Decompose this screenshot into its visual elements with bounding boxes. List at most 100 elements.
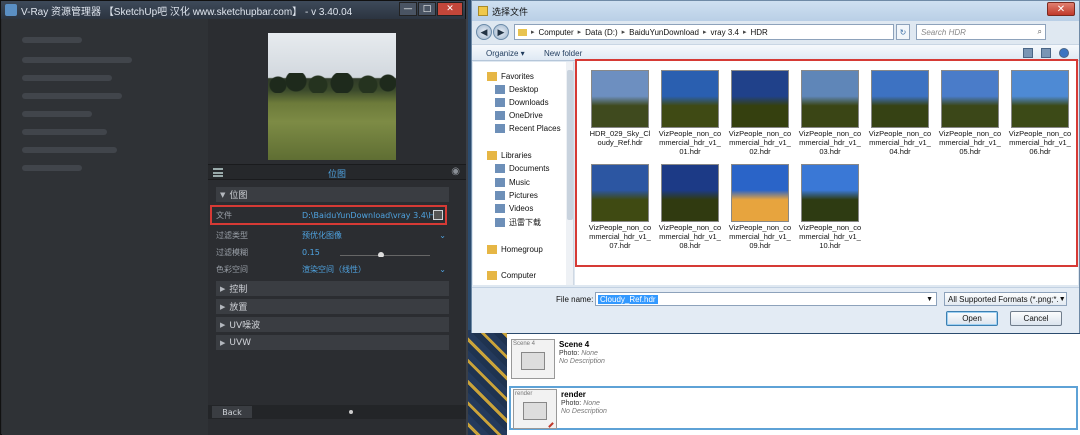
address-bar[interactable]: ▸ Computer ▸ Data (D:) ▸ BaiduYunDownloa… [514, 24, 894, 40]
file-path-value[interactable]: D:\BaiduYunDownload\vray 3.4\HD... [302, 211, 433, 220]
back-button[interactable]: Back [212, 406, 252, 418]
file-name-label: VizPeople_non_commercial_hdr_v1_06.hdr [1008, 129, 1072, 156]
nav-homegroup[interactable]: Homegroup [487, 245, 543, 254]
nav-documents[interactable]: Documents [495, 164, 549, 173]
file-thumbnail[interactable]: VizPeople_non_commercial_hdr_v1_04.hdr [865, 70, 935, 156]
clapperboard-icon [523, 402, 547, 420]
nav-xunlei[interactable]: 迅雷下载 [495, 217, 541, 228]
chevron-down-icon[interactable]: ⌄ [439, 265, 446, 274]
filter-type-label: 过滤类型 [216, 231, 248, 240]
vray-bottom-bar: Back [208, 405, 466, 419]
dialog-title-bar[interactable]: 选择文件 [472, 1, 1079, 21]
filter-blur-slider[interactable] [340, 252, 430, 257]
section-control[interactable]: ▶ 控制 [216, 281, 449, 296]
nav-videos[interactable]: Videos [495, 204, 533, 213]
eye-icon[interactable]: ◉ [451, 166, 460, 177]
filter-type-value[interactable]: 预优化图像 [302, 230, 439, 241]
nav-scrollbar[interactable] [566, 62, 574, 285]
filter-blur-value[interactable]: 0.15 [302, 248, 449, 257]
breadcrumb-separator-icon[interactable]: ▸ [703, 28, 707, 36]
hdr-image-preview [661, 164, 719, 222]
scene-item-selected[interactable]: render render Photo: None No Description [509, 386, 1078, 430]
chevron-down-icon[interactable]: ▼ [926, 296, 933, 303]
section-uvw-label: UVW [229, 337, 252, 348]
chevron-right-icon: ▶ [220, 338, 226, 347]
filter-blur-row[interactable]: 过滤模糊 0.15 [216, 245, 449, 260]
chevron-down-icon[interactable]: ▼ [1059, 296, 1066, 303]
nav-music[interactable]: Music [495, 178, 530, 187]
breadcrumb-separator-icon[interactable]: ▸ [531, 28, 535, 36]
color-space-label: 色彩空间 [216, 265, 248, 274]
chevron-down-icon[interactable]: ⌄ [439, 231, 446, 240]
scrollbar-thumb[interactable] [567, 70, 573, 220]
image-file-icon[interactable] [433, 210, 443, 220]
help-icon[interactable] [1059, 48, 1069, 58]
breadcrumb-data-drive[interactable]: Data (D:) [585, 28, 617, 37]
section-bitmap[interactable]: ▼ 位图 [216, 187, 449, 202]
nav-recent-places[interactable]: Recent Places [495, 124, 561, 133]
breadcrumb-separator-icon[interactable]: ▸ [743, 28, 747, 36]
color-space-value[interactable]: 渲染空间（线性） [302, 264, 439, 275]
file-thumbnail[interactable]: VizPeople_non_commercial_hdr_v1_06.hdr [1005, 70, 1075, 156]
maximize-button[interactable]: □ [418, 2, 436, 16]
nav-pictures[interactable]: Pictures [495, 191, 538, 200]
scene-item[interactable]: Scene 4 Scene 4 Photo: None No Descripti… [509, 338, 1078, 382]
view-options-icon[interactable] [1023, 48, 1033, 58]
file-name-label: VizPeople_non_commercial_hdr_v1_02.hdr [728, 129, 792, 156]
file-thumbnail[interactable]: VizPeople_non_commercial_hdr_v1_07.hdr [585, 164, 655, 250]
breadcrumb-baiduyundownload[interactable]: BaiduYunDownload [629, 28, 699, 37]
file-thumbnail[interactable]: VizPeople_non_commercial_hdr_v1_10.hdr [795, 164, 865, 250]
back-arrow-icon[interactable]: ◀ [476, 24, 492, 40]
nav-videos-label: Videos [509, 204, 534, 213]
organize-button[interactable]: Organize ▾ [486, 49, 525, 58]
section-placement[interactable]: ▶ 放置 [216, 299, 449, 314]
new-folder-button[interactable]: New folder [544, 49, 582, 58]
breadcrumb-hdr[interactable]: HDR [750, 28, 767, 37]
file-thumbnail[interactable]: VizPeople_non_commercial_hdr_v1_09.hdr [725, 164, 795, 250]
breadcrumb-computer[interactable]: Computer [539, 28, 574, 37]
file-property-row[interactable]: 文件 D:\BaiduYunDownload\vray 3.4\HD... [210, 205, 447, 225]
color-space-row[interactable]: 色彩空间 渲染空间（线性） ⌄ [216, 262, 449, 277]
nav-onedrive[interactable]: OneDrive [495, 111, 543, 120]
nav-libraries[interactable]: Libraries [487, 151, 532, 160]
search-icon[interactable]: ⌕ [1038, 27, 1042, 37]
open-button[interactable]: Open [946, 311, 998, 326]
blurred-row [22, 147, 117, 153]
file-thumbnail[interactable]: VizPeople_non_commercial_hdr_v1_03.hdr [795, 70, 865, 156]
nav-desktop[interactable]: Desktop [495, 85, 538, 94]
nav-recent-label: Recent Places [509, 124, 561, 133]
file-name-input[interactable]: Cloudy_Ref.hdr ▼ [595, 292, 937, 306]
file-thumbnail[interactable]: VizPeople_non_commercial_hdr_v1_02.hdr [725, 70, 795, 156]
nav-downloads[interactable]: Downloads [495, 98, 549, 107]
dialog-title: 选择文件 [492, 6, 529, 17]
vray-title-bar[interactable]: V-Ray 资源管理器 【SketchUp吧 汉化 www.sketchupba… [1, 1, 465, 19]
file-thumbnail[interactable]: VizPeople_non_commercial_hdr_v1_01.hdr [655, 70, 725, 156]
page-indicator-dot [349, 410, 353, 414]
breadcrumb-separator-icon[interactable]: ▸ [578, 28, 582, 36]
breadcrumb-vray[interactable]: vray 3.4 [710, 28, 738, 37]
minimize-button[interactable]: — [399, 2, 417, 16]
cancel-button[interactable]: Cancel [1010, 311, 1062, 326]
section-uvw[interactable]: ▶ UVW [216, 335, 449, 350]
filter-blur-number: 0.15 [302, 248, 320, 257]
section-uv-noise[interactable]: ▶ UV噪波 [216, 317, 449, 332]
file-type-select[interactable]: All Supported Formats (*.png;*. ▼ [944, 292, 1067, 306]
file-thumbnail[interactable]: VizPeople_non_commercial_hdr_v1_05.hdr [935, 70, 1005, 156]
search-input[interactable]: Search HDR ⌕ [916, 24, 1046, 40]
filter-type-row[interactable]: 过滤类型 预优化图像 ⌄ [216, 228, 449, 243]
forward-arrow-icon[interactable]: ▶ [493, 24, 509, 40]
nav-homegroup-label: Homegroup [501, 245, 543, 254]
file-thumbnail[interactable]: VizPeople_non_commercial_hdr_v1_08.hdr [655, 164, 725, 250]
file-thumbnail[interactable]: HDR_029_Sky_Cloudy_Ref.hdr [585, 70, 655, 147]
close-button[interactable]: ✕ [437, 2, 463, 16]
scene-description: No Description [559, 358, 605, 367]
preview-pane-icon[interactable] [1041, 48, 1051, 58]
dialog-close-button[interactable]: ✕ [1047, 2, 1075, 16]
asset-name[interactable]: 位图 [208, 167, 466, 180]
nav-favorites[interactable]: Favorites [487, 72, 534, 81]
slider-knob[interactable] [378, 252, 384, 257]
file-type-value: All Supported Formats (*.png;*. [948, 294, 1059, 304]
breadcrumb-separator-icon[interactable]: ▸ [622, 28, 626, 36]
nav-computer[interactable]: Computer [487, 271, 536, 280]
refresh-icon[interactable]: ↻ [896, 24, 910, 40]
